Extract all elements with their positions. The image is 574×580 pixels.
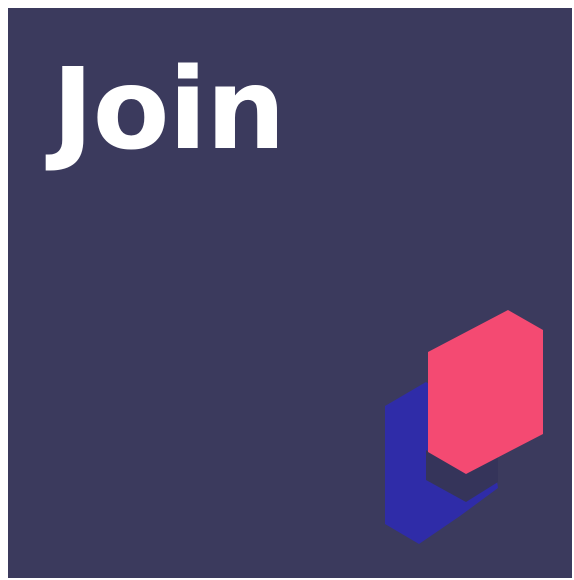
join-card[interactable]: Join [8, 8, 572, 578]
card-title: Join [52, 45, 286, 175]
stacked-hexagons-logo-icon [385, 310, 543, 544]
front-hexagon [428, 310, 543, 474]
